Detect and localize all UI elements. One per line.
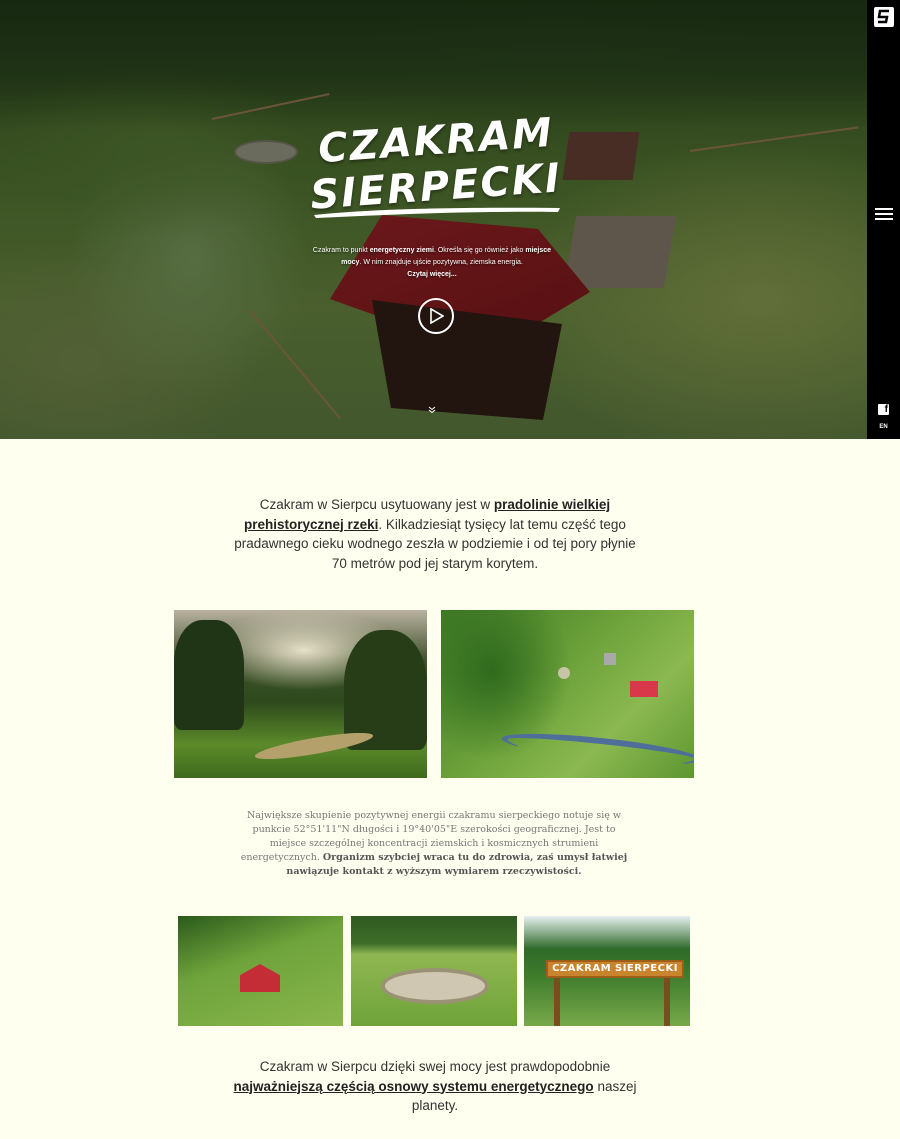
coordinates-paragraph: Największe skupienie pozytywnej energii …	[240, 809, 628, 879]
paragraph-text: Czakram w Sierpcu dzięki swej mocy jest …	[259, 1059, 611, 1074]
aerial-photo[interactable]	[441, 610, 694, 778]
hero-intro: Czakram to punkt energetyczny ziemi. Okr…	[312, 245, 552, 281]
site-logo-icon[interactable]	[874, 7, 894, 27]
play-video-button[interactable]	[418, 298, 454, 334]
read-more-link[interactable]: Czytaj więcej...	[312, 269, 552, 281]
entrance-sign: CZAKRAM SIERPECKI	[546, 960, 684, 978]
paragraph-bold: Organizm szybciej wraca tu do zdrowia, z…	[286, 852, 628, 877]
play-icon	[430, 308, 444, 324]
facebook-icon[interactable]: f	[878, 404, 889, 415]
language-switch[interactable]: EN	[867, 424, 900, 430]
paragraph-text: Czakram w Sierpcu usytuowany jest w	[259, 497, 494, 512]
house-aerial-photo[interactable]	[178, 916, 343, 1026]
closing-paragraph: Czakram w Sierpcu dzięki swej mocy jest …	[230, 1057, 640, 1116]
brush-underline-icon	[314, 207, 560, 218]
hero-banner: CZAKRAM SIERPECKI Czakram to punkt energ…	[0, 0, 867, 439]
river-photo[interactable]	[174, 610, 427, 778]
energy-system-link[interactable]: najważniejszą częścią osnowy systemu ene…	[234, 1079, 594, 1094]
hero-intro-text: . Określa się go również jako	[433, 247, 526, 254]
hero-overlay	[0, 0, 867, 439]
hero-intro-text: Czakram to punkt	[312, 247, 370, 254]
chevron-double-down-icon[interactable]	[428, 406, 436, 417]
right-sidebar: f EN	[867, 0, 900, 439]
stone-circle-photo[interactable]	[351, 916, 517, 1026]
entrance-sign-photo[interactable]: CZAKRAM SIERPECKI	[524, 916, 690, 1026]
hero-intro-text: . W nim znajduje ujście pozytywna, ziems…	[359, 259, 523, 266]
hero-title: CZAKRAM SIERPECKI	[306, 110, 566, 219]
intro-paragraph: Czakram w Sierpcu usytuowany jest w prad…	[225, 495, 645, 573]
hamburger-menu-icon[interactable]	[875, 208, 893, 220]
hero-intro-bold: energetyczny ziemi	[369, 247, 434, 254]
